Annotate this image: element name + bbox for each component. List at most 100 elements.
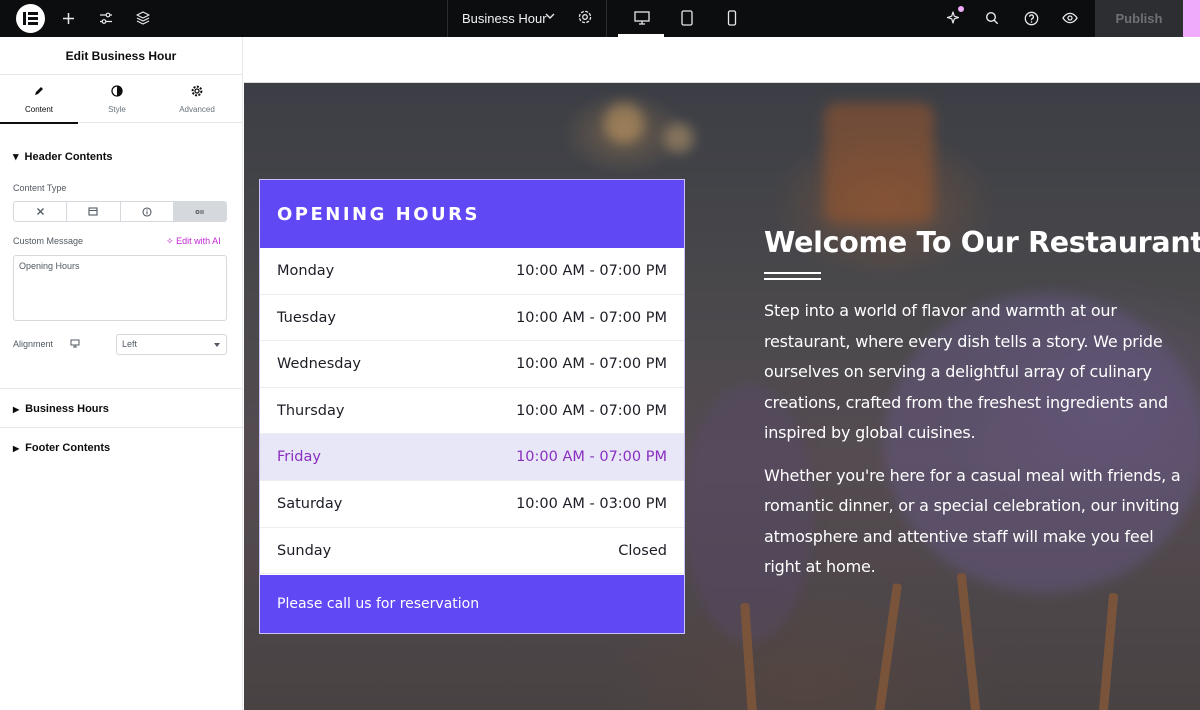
hours-day: Wednesday [277, 356, 361, 373]
accent-strip [1183, 0, 1200, 37]
heading-separator [764, 272, 821, 280]
section-business-hours[interactable]: ▶ Business Hours [0, 403, 243, 415]
hours-day: Thursday [277, 402, 345, 419]
pencil-icon [35, 87, 43, 95]
chevron-down-icon [545, 13, 555, 19]
section-footer-contents-label: Footer Contents [25, 442, 111, 454]
hours-list: Monday 10:00 AM - 07:00 PM Tuesday 10:00 AM… [260, 248, 684, 575]
caret-right-icon: ▶ [13, 405, 20, 414]
ai-message-icon [195, 209, 204, 214]
caret-right-icon: ▶ [13, 444, 20, 453]
hours-day: Monday [277, 263, 335, 279]
info-icon [142, 206, 152, 217]
content-type-none[interactable] [14, 202, 68, 221]
section-business-hours-label: Business Hours [25, 403, 109, 415]
hours-header: OPENING HOURS [260, 180, 684, 248]
tab-advanced[interactable]: Advanced [158, 75, 236, 123]
search-icon [985, 11, 999, 25]
tablet-view-button[interactable] [675, 7, 699, 29]
caret-down-icon: ▾ [13, 151, 19, 163]
section-header-contents[interactable]: ▾ Header Contents [0, 150, 243, 163]
alignment-label-text: Alignment [13, 339, 54, 349]
page-settings-icon[interactable] [577, 9, 593, 25]
business-hours-widget[interactable]: OPENING HOURS Monday 10:00 AM - 07:00 PM T… [259, 179, 685, 634]
editor-top-bar: Business Hour Publish [0, 0, 1200, 37]
content-type-message[interactable] [173, 202, 226, 221]
alignment-select-value: Left [122, 339, 138, 349]
hours-row-wednesday: Wednesday 10:00 AM - 07:00 PM [260, 341, 684, 388]
half-circle-icon [111, 85, 123, 97]
mobile-view-button[interactable] [720, 7, 744, 29]
custom-message-input[interactable] [13, 255, 227, 321]
alignment-label: Alignment [13, 339, 80, 349]
close-icon [36, 208, 44, 215]
tab-style[interactable]: Style [78, 75, 156, 123]
help-icon [1024, 11, 1038, 25]
hours-time: 10:00 AM - 07:00 PM [516, 402, 667, 419]
hours-time: Closed [618, 542, 667, 559]
hours-row-friday: Friday 10:00 AM - 07:00 PM [260, 434, 684, 481]
tab-content[interactable]: Content [0, 75, 78, 124]
ai-sparkle-icon: ✧ [166, 236, 174, 246]
welcome-paragraph-2: Whether you're here for a casual meal wi… [764, 465, 1181, 577]
hours-footer: Please call us for reservation [260, 575, 684, 633]
custom-message-label: Custom Message [13, 236, 84, 246]
tab-advanced-label: Advanced [179, 105, 215, 114]
preview-button[interactable] [1058, 7, 1082, 29]
add-element-button[interactable] [56, 7, 80, 29]
edit-with-ai-label: Edit with AI [176, 236, 221, 246]
welcome-section: Welcome To Our Restaurant Step into a wo… [764, 224, 1200, 595]
gear-icon [191, 85, 203, 97]
welcome-heading: Welcome To Our Restaurant [764, 226, 1200, 259]
tablet-icon [681, 10, 693, 26]
desktop-icon [634, 11, 650, 25]
eye-icon [1062, 12, 1078, 24]
alignment-select[interactable]: Left [116, 334, 227, 355]
content-type-info[interactable] [121, 202, 174, 221]
site-settings-button[interactable] [94, 7, 118, 29]
panel-divider [0, 427, 243, 428]
plus-icon [62, 12, 74, 24]
edit-with-ai-link[interactable]: ✧ Edit with AI [166, 236, 221, 247]
panel-divider [0, 388, 243, 389]
elementor-logo-icon [23, 12, 38, 25]
document-title-menu[interactable]: Business Hour [447, 0, 607, 37]
desktop-view-button[interactable] [630, 7, 654, 29]
mobile-icon [727, 10, 737, 26]
structure-button[interactable] [131, 7, 155, 29]
panel-tabs: Content Style Advanced [0, 75, 242, 124]
content-type-label: Content Type [13, 183, 67, 193]
content-type-choice [13, 201, 227, 222]
editor-panel: Edit Business Hour Content Style Advance… [0, 37, 243, 710]
welcome-paragraph-1: Step into a world of flavor and warmth a… [764, 301, 1168, 442]
notification-dot [958, 6, 964, 12]
sliders-icon [100, 12, 112, 24]
hours-time: 10:00 AM - 07:00 PM [516, 356, 667, 373]
sparkle-icon [946, 11, 960, 24]
finder-button[interactable] [980, 7, 1004, 29]
panel-title: Edit Business Hour [0, 37, 242, 75]
hours-day: Saturday [277, 495, 343, 512]
help-button[interactable] [1019, 7, 1043, 29]
hours-day: Sunday [277, 542, 332, 559]
template-icon [88, 207, 98, 216]
caret-down-icon [214, 343, 220, 347]
desktop-responsive-icon[interactable] [70, 339, 80, 348]
canvas-header-area [244, 37, 1200, 83]
section-footer-contents[interactable]: ▶ Footer Contents [0, 442, 243, 454]
preview-canvas: OPENING HOURS Monday 10:00 AM - 07:00 PM T… [244, 37, 1200, 710]
content-type-template[interactable] [67, 202, 121, 221]
hours-row-sunday: Sunday Closed [260, 528, 684, 575]
hours-row-monday: Monday 10:00 AM - 07:00 PM [260, 248, 684, 295]
tab-style-label: Style [108, 105, 126, 114]
hours-row-tuesday: Tuesday 10:00 AM - 07:00 PM [260, 295, 684, 342]
hours-day: Friday [277, 449, 321, 466]
layers-icon [136, 11, 150, 25]
hours-time: 10:00 AM - 07:00 PM [516, 449, 667, 466]
tab-content-label: Content [24, 105, 54, 114]
hours-row-thursday: Thursday 10:00 AM - 07:00 PM [260, 388, 684, 435]
elementor-logo-button[interactable] [16, 4, 45, 33]
hours-time: 10:00 AM - 07:00 PM [516, 309, 667, 326]
document-title: Business Hour [462, 11, 547, 26]
publish-button[interactable]: Publish [1095, 0, 1183, 37]
